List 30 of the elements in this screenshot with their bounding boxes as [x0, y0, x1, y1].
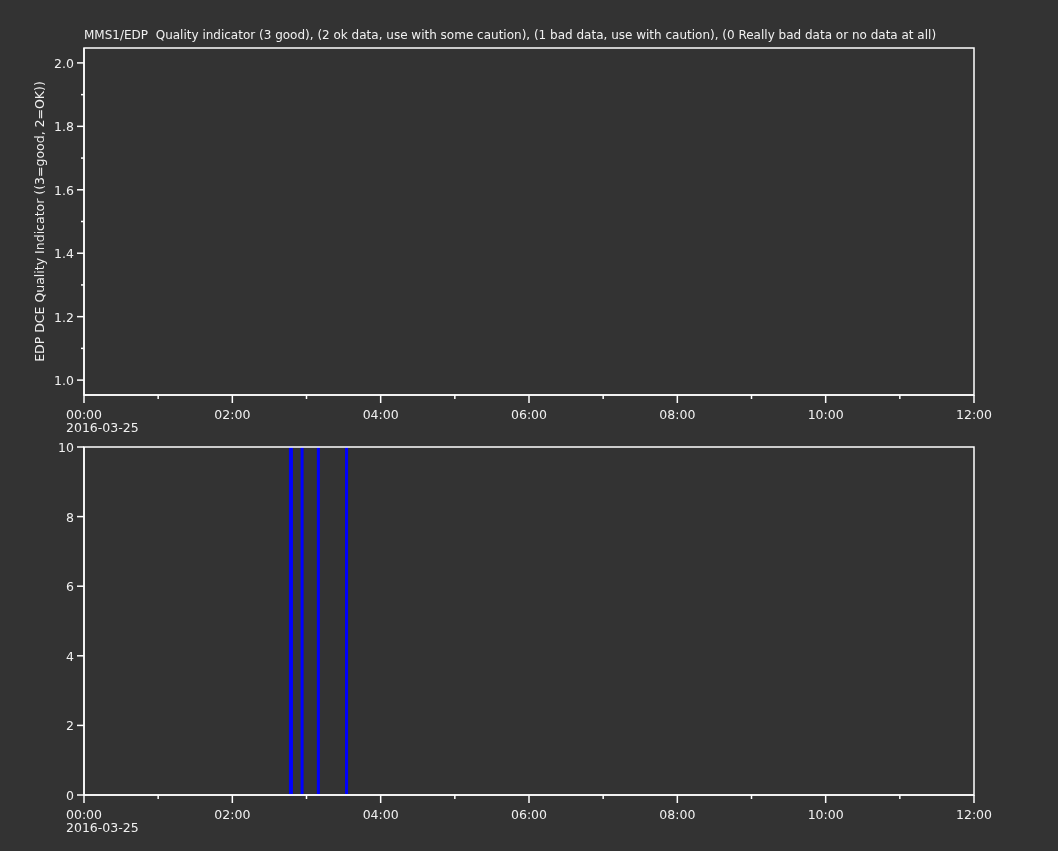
- chart-title: MMS1/EDP Quality indicator (3 good), (2 ok data, use with some caution), (1 bad data, use with caution), (0 Really bad data or no data at all): [84, 28, 937, 42]
- tick-label: 0: [66, 788, 74, 803]
- tick-label: 10: [58, 440, 74, 455]
- tick-label: 1.2: [54, 309, 74, 325]
- tick-label: 08:00: [659, 407, 696, 422]
- axis-label: EDP DCE Quality Indicator ((3=good, 2=OK)): [32, 81, 47, 362]
- tick-label: 08:00: [659, 807, 696, 822]
- tick-label: 4: [66, 648, 74, 664]
- tick-label: 04:00: [362, 807, 399, 822]
- tick-label: 06:00: [511, 407, 547, 422]
- tick-label: 06:00: [511, 807, 547, 822]
- tick-label: 2.0: [54, 55, 74, 71]
- tick-label: 1.0: [54, 373, 74, 389]
- tick-label: 1.6: [54, 182, 74, 198]
- tick-label: 10:00: [807, 807, 844, 822]
- tick-label: 2: [66, 718, 74, 734]
- tick-label: 8: [66, 509, 74, 525]
- tick-label: 02:00: [214, 807, 251, 822]
- tick-label: 12:00: [956, 407, 992, 422]
- tick-label: 02:00: [214, 407, 251, 422]
- tick-label: 1.8: [54, 119, 74, 135]
- tick-label: 10:00: [807, 407, 844, 422]
- date-label: 2016-03-25: [66, 420, 139, 435]
- date-label: 2016-03-25: [66, 820, 139, 835]
- tick-label: 12:00: [956, 807, 992, 822]
- tick-label: 1.4: [54, 246, 74, 262]
- tick-label: 00:00: [66, 807, 102, 822]
- tick-label: 6: [66, 579, 74, 595]
- tick-label: 04:00: [362, 407, 399, 422]
- tick-label: 00:00: [66, 407, 102, 422]
